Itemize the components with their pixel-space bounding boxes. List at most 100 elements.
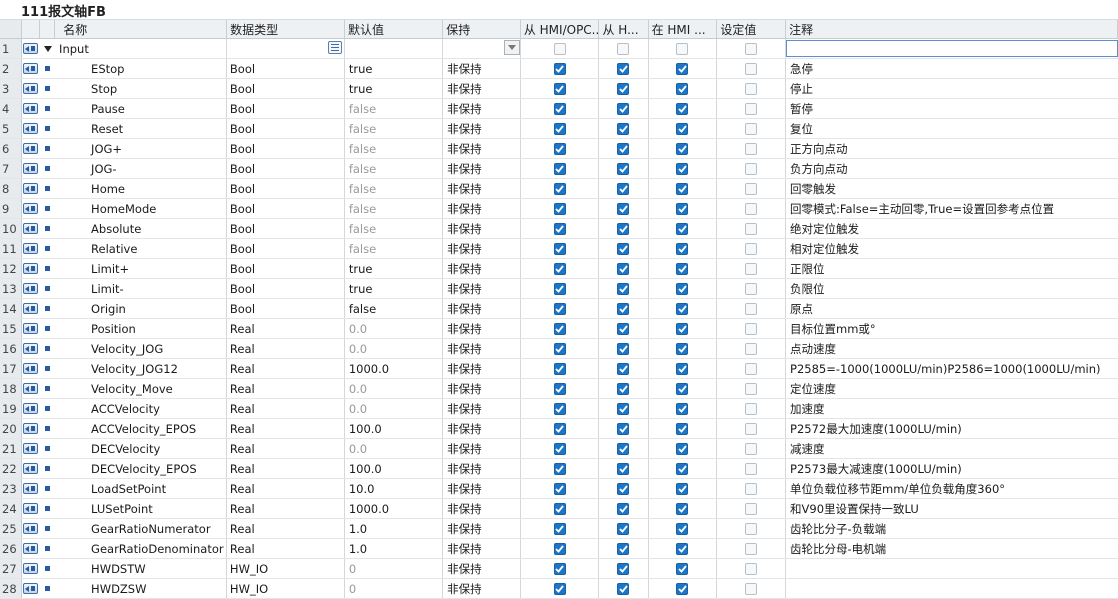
retain-cell[interactable]: 非保持 (443, 219, 521, 238)
default-value-cell[interactable]: 1.0 (345, 519, 444, 538)
hmi-opc-checkbox[interactable] (521, 459, 600, 478)
section-hmi-h-checkbox[interactable] (599, 39, 649, 58)
comment-cell[interactable]: 和V90里设置保持一致LU (786, 499, 1118, 518)
in-hmi-checkbox[interactable] (649, 459, 718, 478)
in-hmi-checkbox[interactable] (649, 199, 718, 218)
hmi-opc-checkbox[interactable] (521, 99, 600, 118)
hmi-h-checkbox[interactable] (599, 319, 649, 338)
comment-cell[interactable]: 急停 (786, 59, 1118, 78)
browse-dots-icon[interactable] (327, 41, 342, 54)
table-row-stop[interactable]: 3 Stop Bool true 非保持 停止 (0, 79, 1118, 99)
name-cell[interactable]: HomeMode (55, 199, 227, 218)
setpoint-checkbox[interactable] (717, 439, 787, 458)
in-hmi-checkbox[interactable] (649, 499, 718, 518)
hmi-opc-checkbox[interactable] (521, 399, 600, 418)
setpoint-checkbox[interactable] (717, 559, 787, 578)
datatype-cell[interactable]: Real (227, 339, 345, 358)
datatype-cell[interactable]: Real (227, 459, 345, 478)
column-header-hmi-opc[interactable]: 从 HMI/OPC... (521, 20, 600, 38)
datatype-cell[interactable]: HW_IO (227, 579, 345, 598)
retain-cell[interactable]: 非保持 (443, 239, 521, 258)
default-value-cell[interactable]: false (345, 159, 444, 178)
table-row-limit-[interactable]: 12 Limit+ Bool true 非保持 正限位 (0, 259, 1118, 279)
in-hmi-checkbox[interactable] (649, 299, 718, 318)
comment-cell[interactable]: 减速度 (786, 439, 1118, 458)
table-row-accvelocity-epos[interactable]: 20 ACCVelocity_EPOS Real 100.0 非保持 P2572… (0, 419, 1118, 439)
hmi-opc-checkbox[interactable] (521, 59, 600, 78)
datatype-cell[interactable]: Bool (227, 219, 345, 238)
setpoint-checkbox[interactable] (717, 179, 787, 198)
table-row-limit-[interactable]: 13 Limit- Bool true 非保持 负限位 (0, 279, 1118, 299)
name-cell[interactable]: Origin (55, 299, 227, 318)
hmi-h-checkbox[interactable] (599, 59, 649, 78)
hmi-h-checkbox[interactable] (599, 299, 649, 318)
retain-cell[interactable]: 非保持 (443, 379, 521, 398)
setpoint-checkbox[interactable] (717, 539, 787, 558)
comment-cell[interactable]: 原点 (786, 299, 1118, 318)
setpoint-checkbox[interactable] (717, 299, 787, 318)
default-value-cell[interactable]: true (345, 279, 444, 298)
name-cell[interactable]: Pause (55, 99, 227, 118)
datatype-cell[interactable]: Bool (227, 239, 345, 258)
hmi-h-checkbox[interactable] (599, 179, 649, 198)
name-cell[interactable]: JOG- (55, 159, 227, 178)
comment-cell[interactable]: 复位 (786, 119, 1118, 138)
table-row-decvelocity[interactable]: 21 DECVelocity Real 0.0 非保持 减速度 (0, 439, 1118, 459)
datatype-cell[interactable]: Real (227, 359, 345, 378)
datatype-cell[interactable]: Real (227, 539, 345, 558)
table-row-homemode[interactable]: 9 HomeMode Bool false 非保持 回零模式:False=主动回… (0, 199, 1118, 219)
default-value-cell[interactable]: false (345, 119, 444, 138)
column-header-retain[interactable]: 保持 (443, 20, 521, 38)
comment-cell[interactable]: 正方向点动 (786, 139, 1118, 158)
comment-cell[interactable] (786, 579, 1118, 598)
section-type-cell[interactable] (227, 39, 345, 58)
comment-cell[interactable]: 单位负载位移节距mm/单位负载角度360° (786, 479, 1118, 498)
name-cell[interactable]: Absolute (55, 219, 227, 238)
column-header-setpoint[interactable]: 设定值 (717, 20, 787, 38)
in-hmi-checkbox[interactable] (649, 159, 718, 178)
table-row-accvelocity[interactable]: 19 ACCVelocity Real 0.0 非保持 加速度 (0, 399, 1118, 419)
datatype-cell[interactable]: Bool (227, 99, 345, 118)
datatype-cell[interactable]: Real (227, 319, 345, 338)
column-header-default[interactable]: 默认值 (345, 20, 444, 38)
comment-cell[interactable]: 齿轮比分母-电机端 (786, 539, 1118, 558)
datatype-cell[interactable]: Bool (227, 119, 345, 138)
default-value-cell[interactable]: false (345, 219, 444, 238)
default-value-cell[interactable]: 100.0 (345, 459, 444, 478)
hmi-h-checkbox[interactable] (599, 119, 649, 138)
datatype-cell[interactable]: Real (227, 399, 345, 418)
name-cell[interactable]: Velocity_JOG (55, 339, 227, 358)
setpoint-checkbox[interactable] (717, 339, 787, 358)
setpoint-checkbox[interactable] (717, 219, 787, 238)
table-row-jog-[interactable]: 6 JOG+ Bool false 非保持 正方向点动 (0, 139, 1118, 159)
comment-cell[interactable]: 齿轮比分子-负载端 (786, 519, 1118, 538)
name-cell[interactable]: Relative (55, 239, 227, 258)
table-row-absolute[interactable]: 10 Absolute Bool false 非保持 绝对定位触发 (0, 219, 1118, 239)
in-hmi-checkbox[interactable] (649, 539, 718, 558)
retain-cell[interactable]: 非保持 (443, 179, 521, 198)
in-hmi-checkbox[interactable] (649, 59, 718, 78)
retain-cell[interactable]: 非保持 (443, 579, 521, 598)
comment-cell[interactable]: 停止 (786, 79, 1118, 98)
comment-cell[interactable]: 定位速度 (786, 379, 1118, 398)
name-cell[interactable]: DECVelocity (55, 439, 227, 458)
hmi-opc-checkbox[interactable] (521, 579, 600, 598)
hmi-h-checkbox[interactable] (599, 379, 649, 398)
default-value-cell[interactable]: 10.0 (345, 479, 444, 498)
default-value-cell[interactable]: false (345, 179, 444, 198)
hmi-opc-checkbox[interactable] (521, 119, 600, 138)
hmi-opc-checkbox[interactable] (521, 159, 600, 178)
hmi-h-checkbox[interactable] (599, 479, 649, 498)
hmi-h-checkbox[interactable] (599, 399, 649, 418)
datatype-cell[interactable]: Bool (227, 279, 345, 298)
in-hmi-checkbox[interactable] (649, 479, 718, 498)
table-row-velocity-jog[interactable]: 16 Velocity_JOG Real 0.0 非保持 点动速度 (0, 339, 1118, 359)
datatype-cell[interactable]: Bool (227, 199, 345, 218)
hmi-opc-checkbox[interactable] (521, 339, 600, 358)
column-header-comment[interactable]: 注释 (786, 20, 1118, 38)
name-cell[interactable]: HWDZSW (55, 579, 227, 598)
table-row-estop[interactable]: 2 EStop Bool true 非保持 急停 (0, 59, 1118, 79)
in-hmi-checkbox[interactable] (649, 179, 718, 198)
hmi-h-checkbox[interactable] (599, 139, 649, 158)
retain-cell[interactable]: 非保持 (443, 139, 521, 158)
